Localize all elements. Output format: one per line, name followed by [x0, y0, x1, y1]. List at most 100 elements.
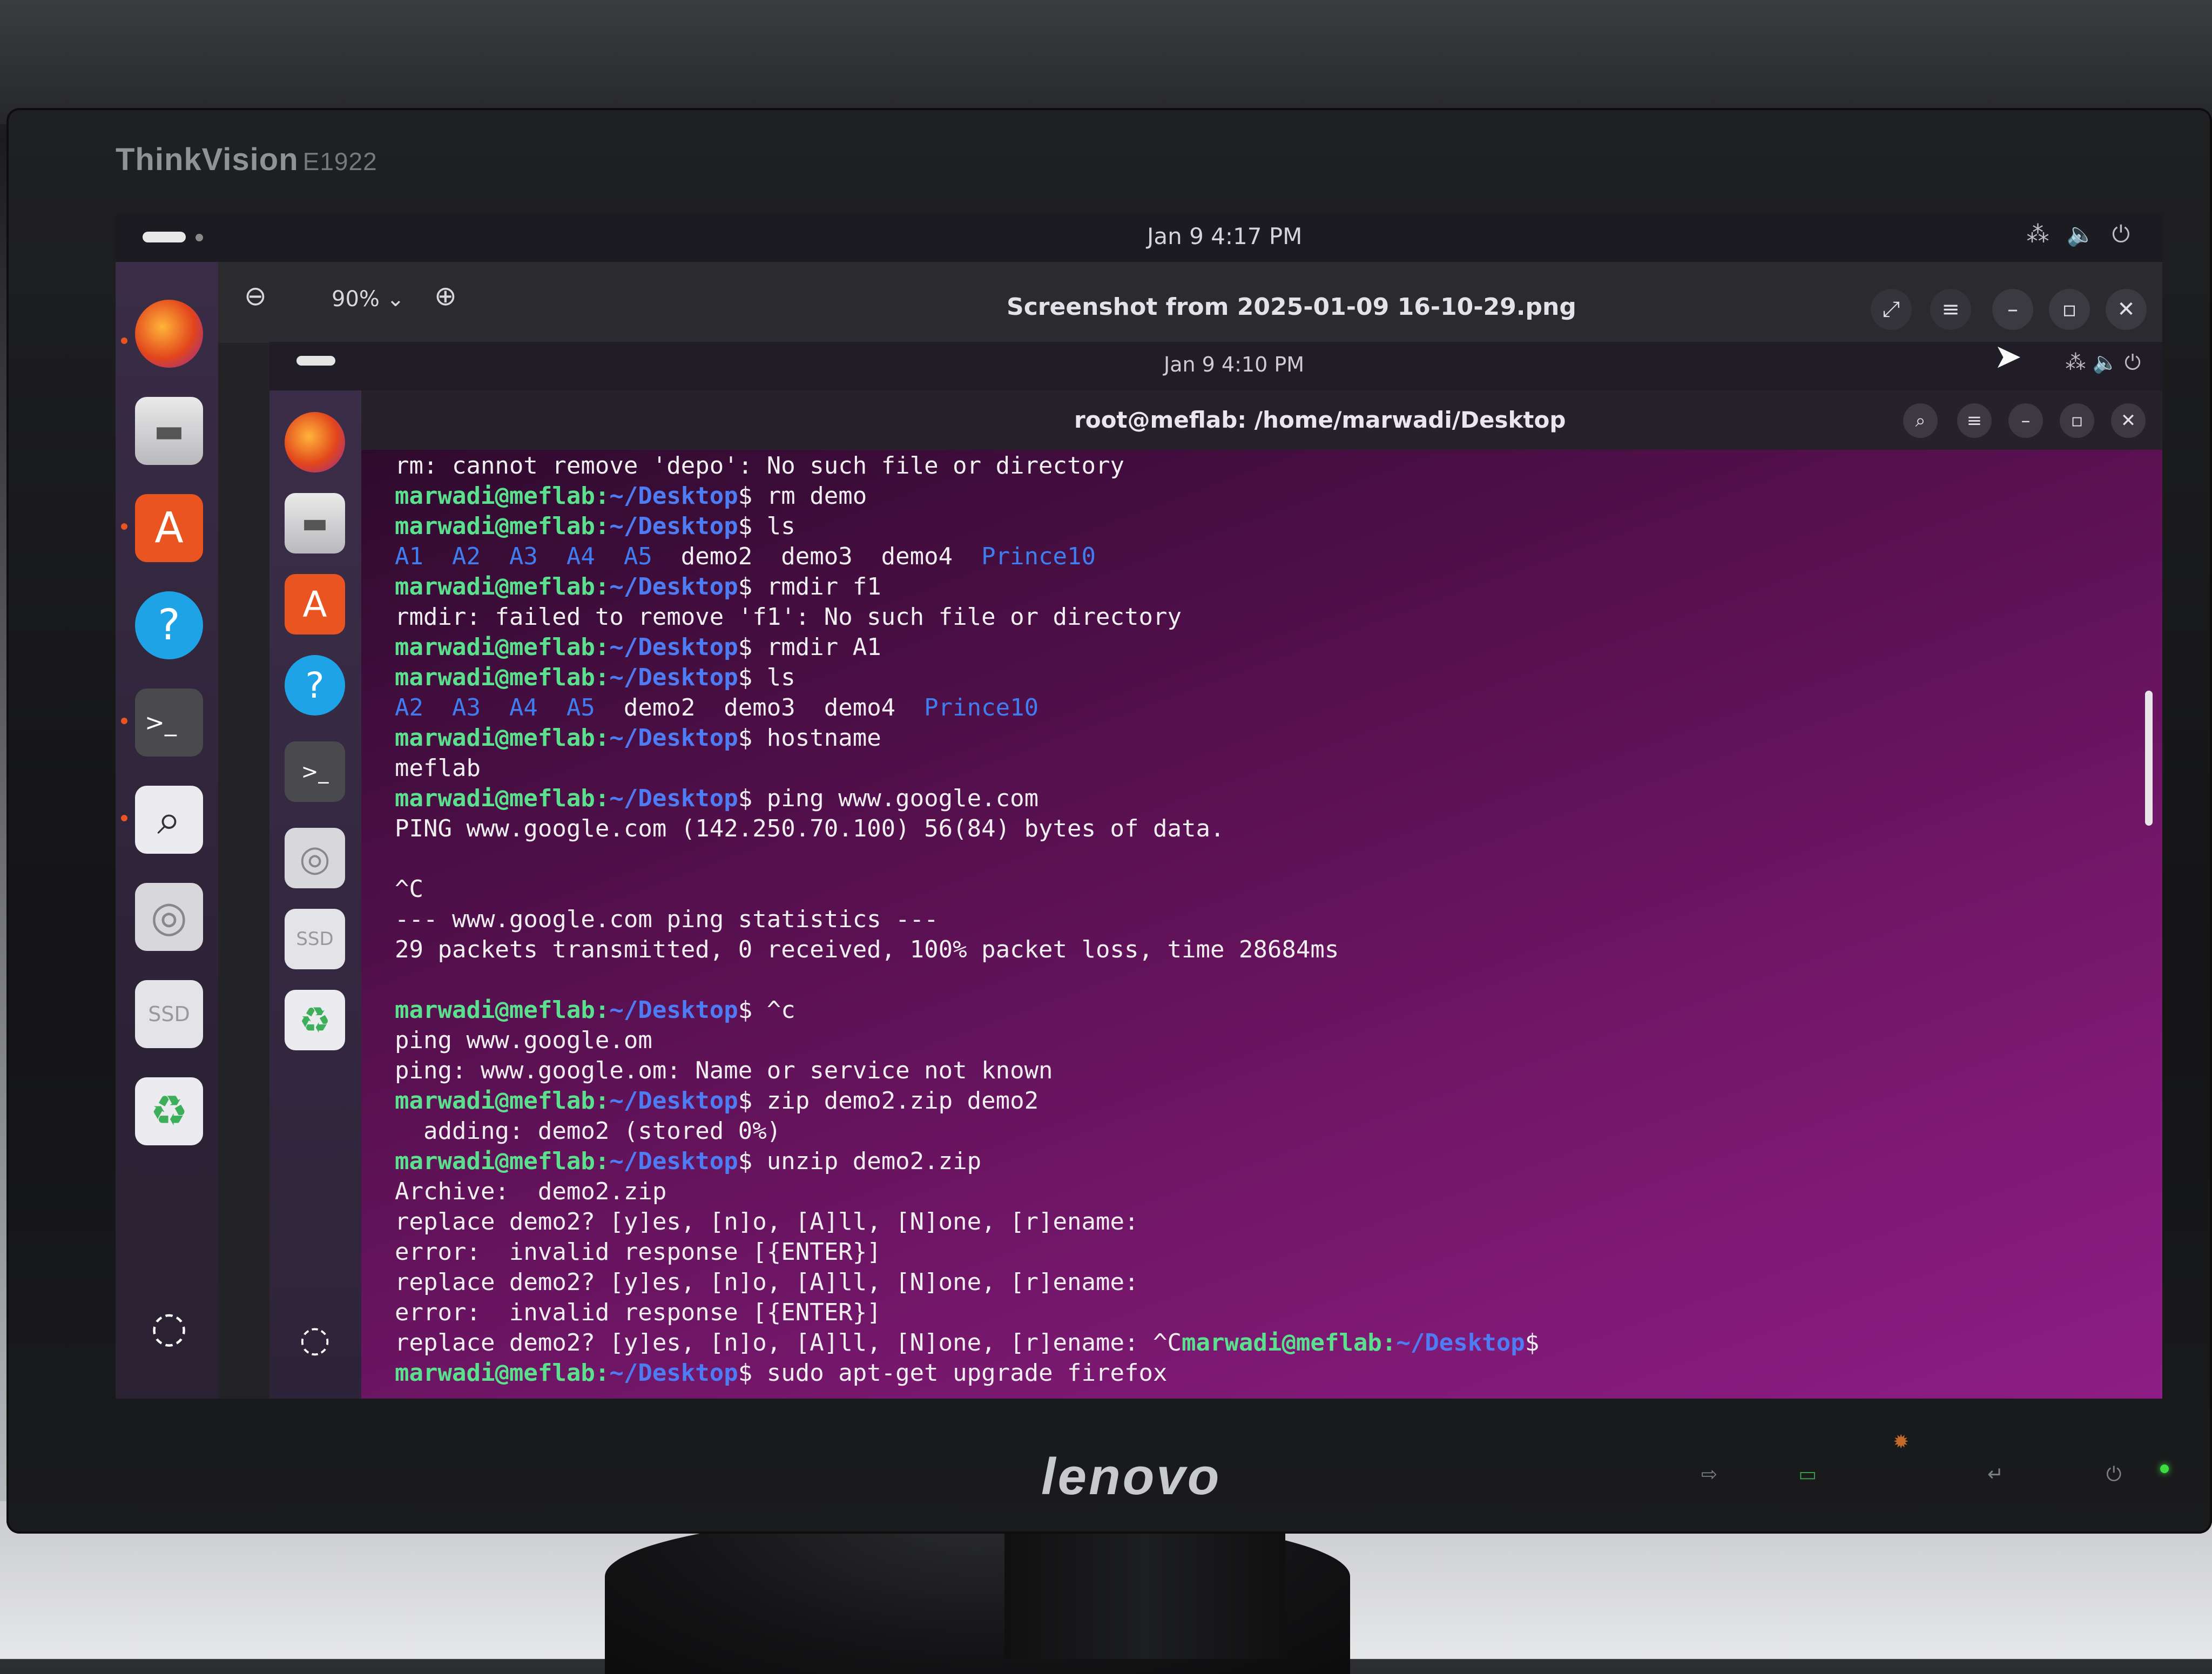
prompt-symbol: $: [738, 512, 767, 540]
command-text: rmdir A1: [766, 633, 881, 661]
zoom-level[interactable]: 90% ⌄: [332, 287, 404, 312]
menu-icon[interactable]: ≡: [1930, 289, 1971, 330]
firefox-icon[interactable]: [135, 300, 203, 368]
output-text: --- www.google.com ping statistics ---: [395, 906, 939, 933]
running-indicator: [121, 815, 127, 821]
help-icon: ?: [285, 655, 345, 716]
minimize-icon: –: [2008, 403, 2043, 438]
maximize-icon[interactable]: ▫: [2049, 289, 2090, 330]
workspace-dot[interactable]: [195, 234, 203, 241]
trash-icon[interactable]: ♻: [135, 1077, 203, 1145]
viewer-title: Screenshot from 2025-01-09 16-10-29.png: [1007, 293, 1576, 321]
command-text: ls: [766, 664, 795, 691]
power-icon[interactable]: ⏻: [2112, 221, 2130, 247]
zoom-in-icon[interactable]: ⊕: [434, 280, 457, 312]
app-center-icon[interactable]: A: [135, 494, 203, 562]
power-icon[interactable]: ⏻: [2106, 1463, 2121, 1486]
prompt-path: ~/Desktop: [609, 1148, 738, 1175]
terminal-line: marwadi@meflab:~/Desktop$ sudo apt-get u…: [395, 1358, 2130, 1388]
directory-names: Prince10: [924, 694, 1039, 721]
output-text: ping www.google.om: [395, 1027, 652, 1054]
prompt-symbol: $: [738, 1087, 767, 1115]
prompt-path: ~/Desktop: [609, 785, 738, 812]
system-tray[interactable]: ⁂ 🔈 ⏻: [2009, 221, 2130, 248]
terminal-line: 29 packets transmitted, 0 received, 100%…: [395, 935, 2130, 965]
command-text: ping www.google.com: [766, 785, 1039, 812]
terminal-line: marwadi@meflab:~/Desktop$ rmdir A1: [395, 632, 2130, 663]
terminal-icon[interactable]: >_: [135, 688, 203, 757]
ssd-drive-icon[interactable]: SSD: [135, 980, 203, 1048]
prompt-symbol: $: [738, 664, 767, 691]
input-icon[interactable]: ⇨: [1701, 1463, 1717, 1486]
command-text: zip demo2.zip demo2: [766, 1087, 1039, 1115]
prompt-path: ~/Desktop: [609, 482, 738, 510]
prompt-user: marwadi@meflab:: [395, 724, 610, 752]
brightness-icon[interactable]: ✹: [1893, 1431, 1909, 1453]
output-text: error: invalid response [{ENTER}]: [395, 1299, 881, 1326]
top-bar: Jan 9 4:17 PM ⁂ 🔈 ⏻: [116, 213, 2162, 262]
terminal-line: ping www.google.om: [395, 1025, 2130, 1056]
prompt-path: ~/Desktop: [609, 573, 738, 600]
command-text: ls: [766, 512, 795, 540]
disc-icon[interactable]: ◎: [135, 883, 203, 951]
terminal-line: error: invalid response [{ENTER}]: [395, 1298, 2130, 1328]
files-icon[interactable]: ▬: [135, 397, 203, 465]
output-text: ping: www.google.om: Name or service not…: [395, 1057, 1053, 1084]
output-text: ^C: [395, 875, 423, 903]
prompt-user: marwadi@meflab:: [1181, 1329, 1397, 1356]
network-icon[interactable]: ⁂: [2026, 221, 2049, 247]
screenshot-image: Jan 9 4:10 PM ⁂ 🔈 ⏻ ▬ A ? >_ ◎ SSD ♻ ◌ r…: [269, 342, 2162, 1399]
mouse-pointer-icon: ➤: [1994, 336, 2022, 376]
prompt-path: ~/Desktop: [609, 724, 738, 752]
screenshot-dock: ▬ A ? >_ ◎ SSD ♻ ◌: [269, 390, 361, 1399]
terminal-line: marwadi@meflab:~/Desktop$ ls: [395, 511, 2130, 542]
close-icon: ✕: [2111, 403, 2146, 438]
running-indicator: [121, 718, 127, 724]
prompt-user: marwadi@meflab:: [395, 573, 610, 600]
zoom-out-icon[interactable]: ⊖: [244, 280, 267, 312]
terminal-line: rm: cannot remove 'depo': No such file o…: [395, 451, 2130, 481]
clock[interactable]: Jan 9 4:17 PM: [1147, 223, 1302, 249]
terminal-line: meflab: [395, 753, 2130, 784]
terminal-icon: >_: [285, 741, 345, 802]
ubuntu-logo-icon[interactable]: ◌: [135, 1293, 203, 1361]
terminal-line: Archive: demo2.zip: [395, 1177, 2130, 1207]
fullscreen-icon[interactable]: ⤢: [1871, 289, 1912, 330]
zoom-value: 90%: [332, 287, 380, 312]
output-text: rm: cannot remove 'depo': No such file o…: [395, 452, 1125, 480]
minimize-icon[interactable]: –: [1992, 289, 2033, 330]
output-text: replace demo2? [y]es, [n]o, [A]ll, [N]on…: [395, 1329, 1182, 1356]
screenshot-tray: ⁂ 🔈 ⏻: [2065, 350, 2141, 375]
running-indicator: [121, 338, 127, 344]
help-icon[interactable]: ?: [135, 591, 203, 659]
output-text: adding: demo2 (stored 0%): [395, 1117, 781, 1145]
command-text: ^c: [766, 996, 795, 1024]
prompt-path: ~/Desktop: [1396, 1329, 1525, 1356]
terminal-line: A1 A2 A3 A4 A5 demo2 demo3 demo4 Prince1…: [395, 542, 2130, 572]
close-icon[interactable]: ✕: [2106, 289, 2147, 330]
volume-icon[interactable]: 🔈: [2066, 221, 2094, 247]
eco-icon[interactable]: ▭: [1798, 1463, 1817, 1486]
app-center-icon: A: [285, 574, 345, 634]
terminal-line: adding: demo2 (stored 0%): [395, 1116, 2130, 1146]
terminal-output: rm: cannot remove 'depo': No such file o…: [395, 451, 2130, 1388]
enter-icon[interactable]: ↵: [1987, 1463, 2004, 1486]
workspace-indicator[interactable]: [143, 232, 186, 242]
terminal-line: replace demo2? [y]es, [n]o, [A]ll, [N]on…: [395, 1328, 2130, 1358]
output-text: Archive: demo2.zip: [395, 1178, 667, 1205]
prompt-path: ~/Desktop: [609, 664, 738, 691]
command-text: rm demo: [766, 482, 867, 510]
terminal-line: replace demo2? [y]es, [n]o, [A]ll, [N]on…: [395, 1267, 2130, 1298]
prompt-path: ~/Desktop: [609, 1359, 738, 1387]
terminal-line: replace demo2? [y]es, [n]o, [A]ll, [N]on…: [395, 1207, 2130, 1237]
output-text: replace demo2? [y]es, [n]o, [A]ll, [N]on…: [395, 1208, 1139, 1236]
output-text: rmdir: failed to remove 'f1': No such fi…: [395, 603, 1182, 631]
prompt-symbol: $: [738, 1148, 767, 1175]
output-text: 29 packets transmitted, 0 received, 100%…: [395, 936, 1339, 963]
image-viewer-icon[interactable]: ⌕: [135, 786, 203, 854]
directory-names: Prince10: [981, 543, 1096, 570]
search-icon: ⌕: [1903, 403, 1938, 438]
terminal-window: root@meflab: /home/marwadi/Desktop ⌕ ≡ –…: [361, 390, 2162, 1399]
